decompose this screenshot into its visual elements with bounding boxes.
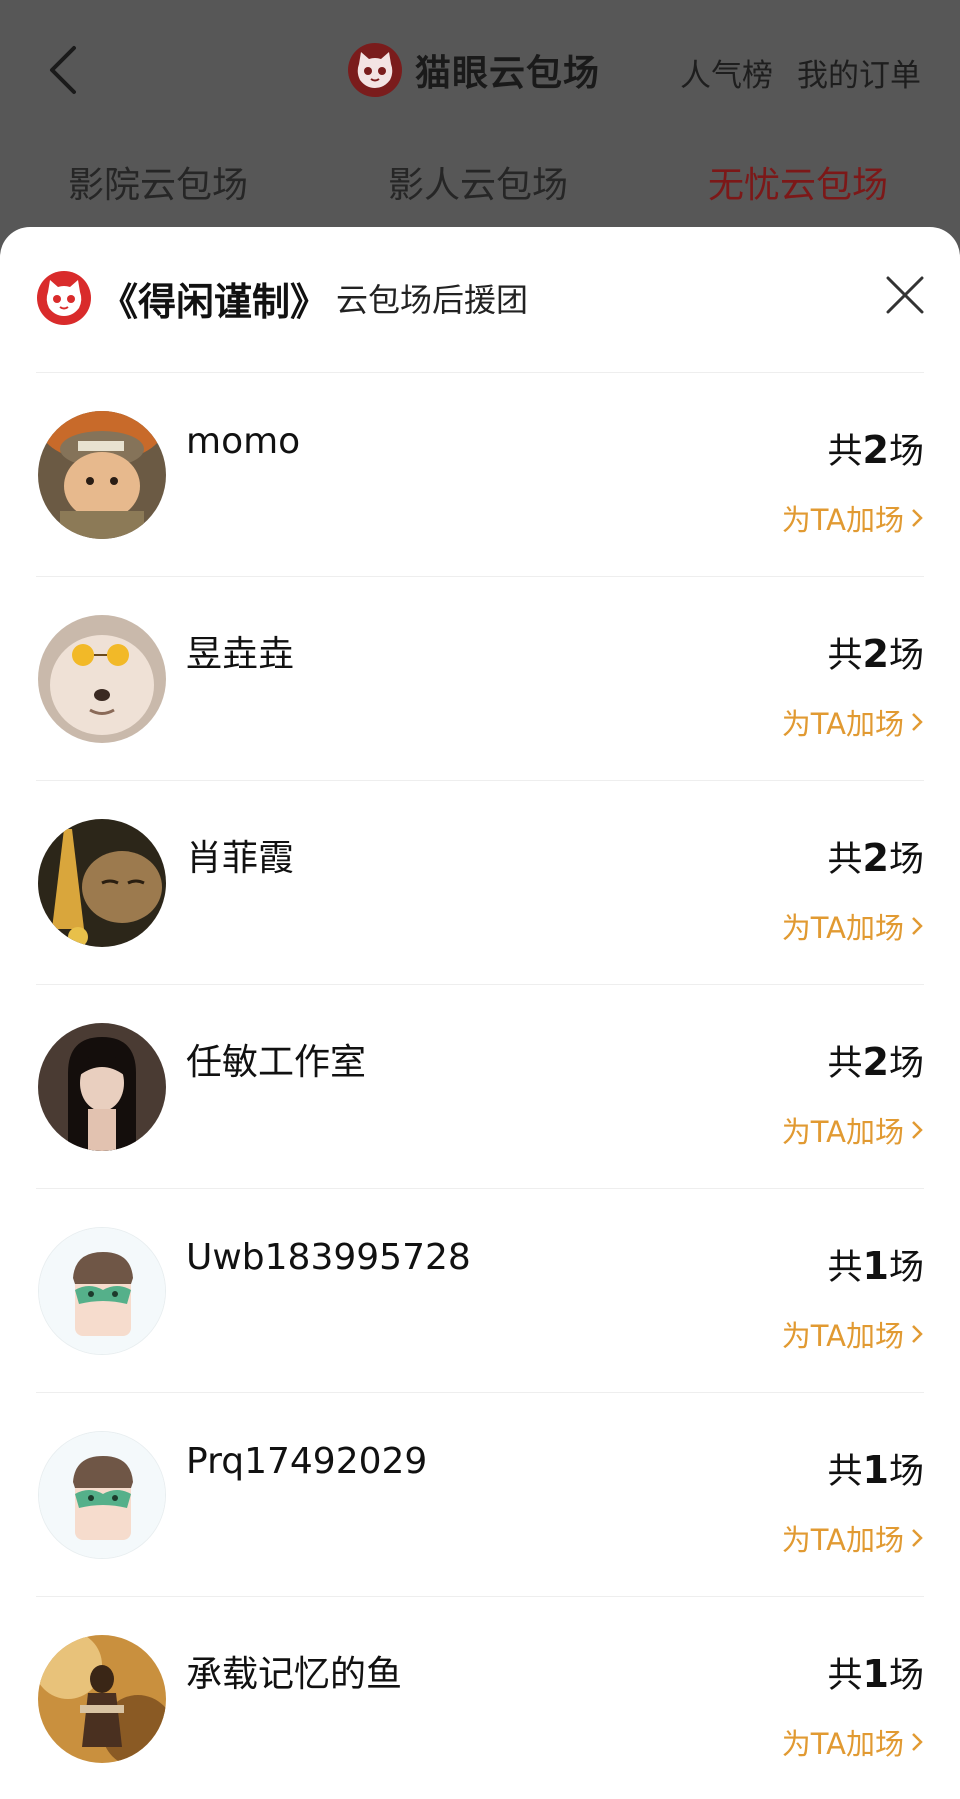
chevron-right-icon bbox=[912, 713, 923, 731]
chevron-right-icon bbox=[912, 1529, 923, 1547]
supporter-name: 承载记忆的鱼 bbox=[186, 1654, 403, 1695]
maoyan-cat-logo-icon bbox=[348, 43, 402, 97]
supporter-row: 任敏工作室 共2场 为TA加场 bbox=[36, 985, 924, 1189]
supporter-name: 昱垚垚 bbox=[186, 634, 295, 675]
top-navigation-area bbox=[0, 0, 960, 260]
chevron-right-icon bbox=[912, 1121, 923, 1139]
supporters-bottom-sheet: 《得闲谨制》 云包场后援团 momo 共2场 为TA加场 昱垚垚 共2场 为TA… bbox=[0, 227, 960, 1799]
supporter-row: Prq17492029 共1场 为TA加场 bbox=[36, 1393, 924, 1597]
supporter-name: momo bbox=[186, 421, 301, 462]
supporter-row: momo 共2场 为TA加场 bbox=[36, 373, 924, 577]
close-icon[interactable] bbox=[880, 270, 930, 320]
avatar[interactable] bbox=[38, 1635, 166, 1763]
boost-for-supporter-link[interactable]: 为TA加场 bbox=[782, 905, 924, 947]
chevron-right-icon bbox=[912, 917, 923, 935]
avatar[interactable] bbox=[38, 819, 166, 947]
tab-cinema-group-booking[interactable]: 影院云包场 bbox=[68, 156, 248, 208]
supporter-name: Uwb183995728 bbox=[186, 1237, 471, 1278]
session-count: 共1场 bbox=[827, 1448, 924, 1492]
boost-for-supporter-link[interactable]: 为TA加场 bbox=[782, 1721, 924, 1763]
sheet-header: 《得闲谨制》 云包场后援团 bbox=[36, 263, 926, 333]
avatar[interactable] bbox=[38, 615, 166, 743]
supporter-row: Uwb183995728 共1场 为TA加场 bbox=[36, 1189, 924, 1393]
session-count: 共1场 bbox=[827, 1652, 924, 1696]
boost-for-supporter-link[interactable]: 为TA加场 bbox=[782, 701, 924, 743]
avatar[interactable] bbox=[38, 1431, 166, 1559]
brand-header: 猫眼云包场 bbox=[347, 40, 600, 100]
session-count: 共2场 bbox=[827, 428, 924, 472]
tab-celebrity-group-booking[interactable]: 影人云包场 bbox=[388, 156, 568, 208]
boost-for-supporter-link[interactable]: 为TA加场 bbox=[782, 1313, 924, 1355]
my-orders-link[interactable]: 我的订单 bbox=[797, 50, 921, 95]
popularity-ranking-link[interactable]: 人气榜 bbox=[680, 50, 773, 95]
sheet-subtitle: 云包场后援团 bbox=[336, 281, 529, 319]
session-count: 共2场 bbox=[827, 836, 924, 880]
avatar[interactable] bbox=[38, 411, 166, 539]
chevron-right-icon bbox=[912, 1325, 923, 1343]
session-count: 共2场 bbox=[827, 632, 924, 676]
supporter-row: 肖菲霞 共2场 为TA加场 bbox=[36, 781, 924, 985]
boost-for-supporter-link[interactable]: 为TA加场 bbox=[782, 497, 924, 539]
supporter-row: 昱垚垚 共2场 为TA加场 bbox=[36, 577, 924, 781]
session-count: 共1场 bbox=[827, 1244, 924, 1288]
avatar[interactable] bbox=[38, 1227, 166, 1355]
avatar[interactable] bbox=[38, 1023, 166, 1151]
chevron-right-icon bbox=[912, 509, 923, 527]
supporter-name: 肖菲霞 bbox=[186, 838, 295, 879]
tab-bar: 影院云包场 影人云包场 无忧云包场 bbox=[0, 156, 960, 216]
supporter-name: 任敏工作室 bbox=[186, 1042, 367, 1083]
maoyan-cat-logo-icon bbox=[37, 271, 91, 325]
boost-for-supporter-link[interactable]: 为TA加场 bbox=[782, 1517, 924, 1559]
supporter-list: momo 共2场 为TA加场 昱垚垚 共2场 为TA加场 肖菲霞 共2场 为TA… bbox=[0, 373, 960, 1799]
supporter-name: Prq17492029 bbox=[186, 1441, 428, 1482]
back-arrow-icon[interactable] bbox=[40, 40, 90, 100]
sheet-movie-title: 《得闲谨制》 bbox=[100, 279, 329, 324]
chevron-right-icon bbox=[912, 1733, 923, 1751]
page-title: 猫眼云包场 bbox=[415, 53, 601, 94]
session-count: 共2场 bbox=[827, 1040, 924, 1084]
supporter-row: 承载记忆的鱼 共1场 为TA加场 bbox=[36, 1597, 924, 1799]
boost-for-supporter-link[interactable]: 为TA加场 bbox=[782, 1109, 924, 1151]
tab-worry-free-group-booking[interactable]: 无忧云包场 bbox=[708, 156, 888, 208]
